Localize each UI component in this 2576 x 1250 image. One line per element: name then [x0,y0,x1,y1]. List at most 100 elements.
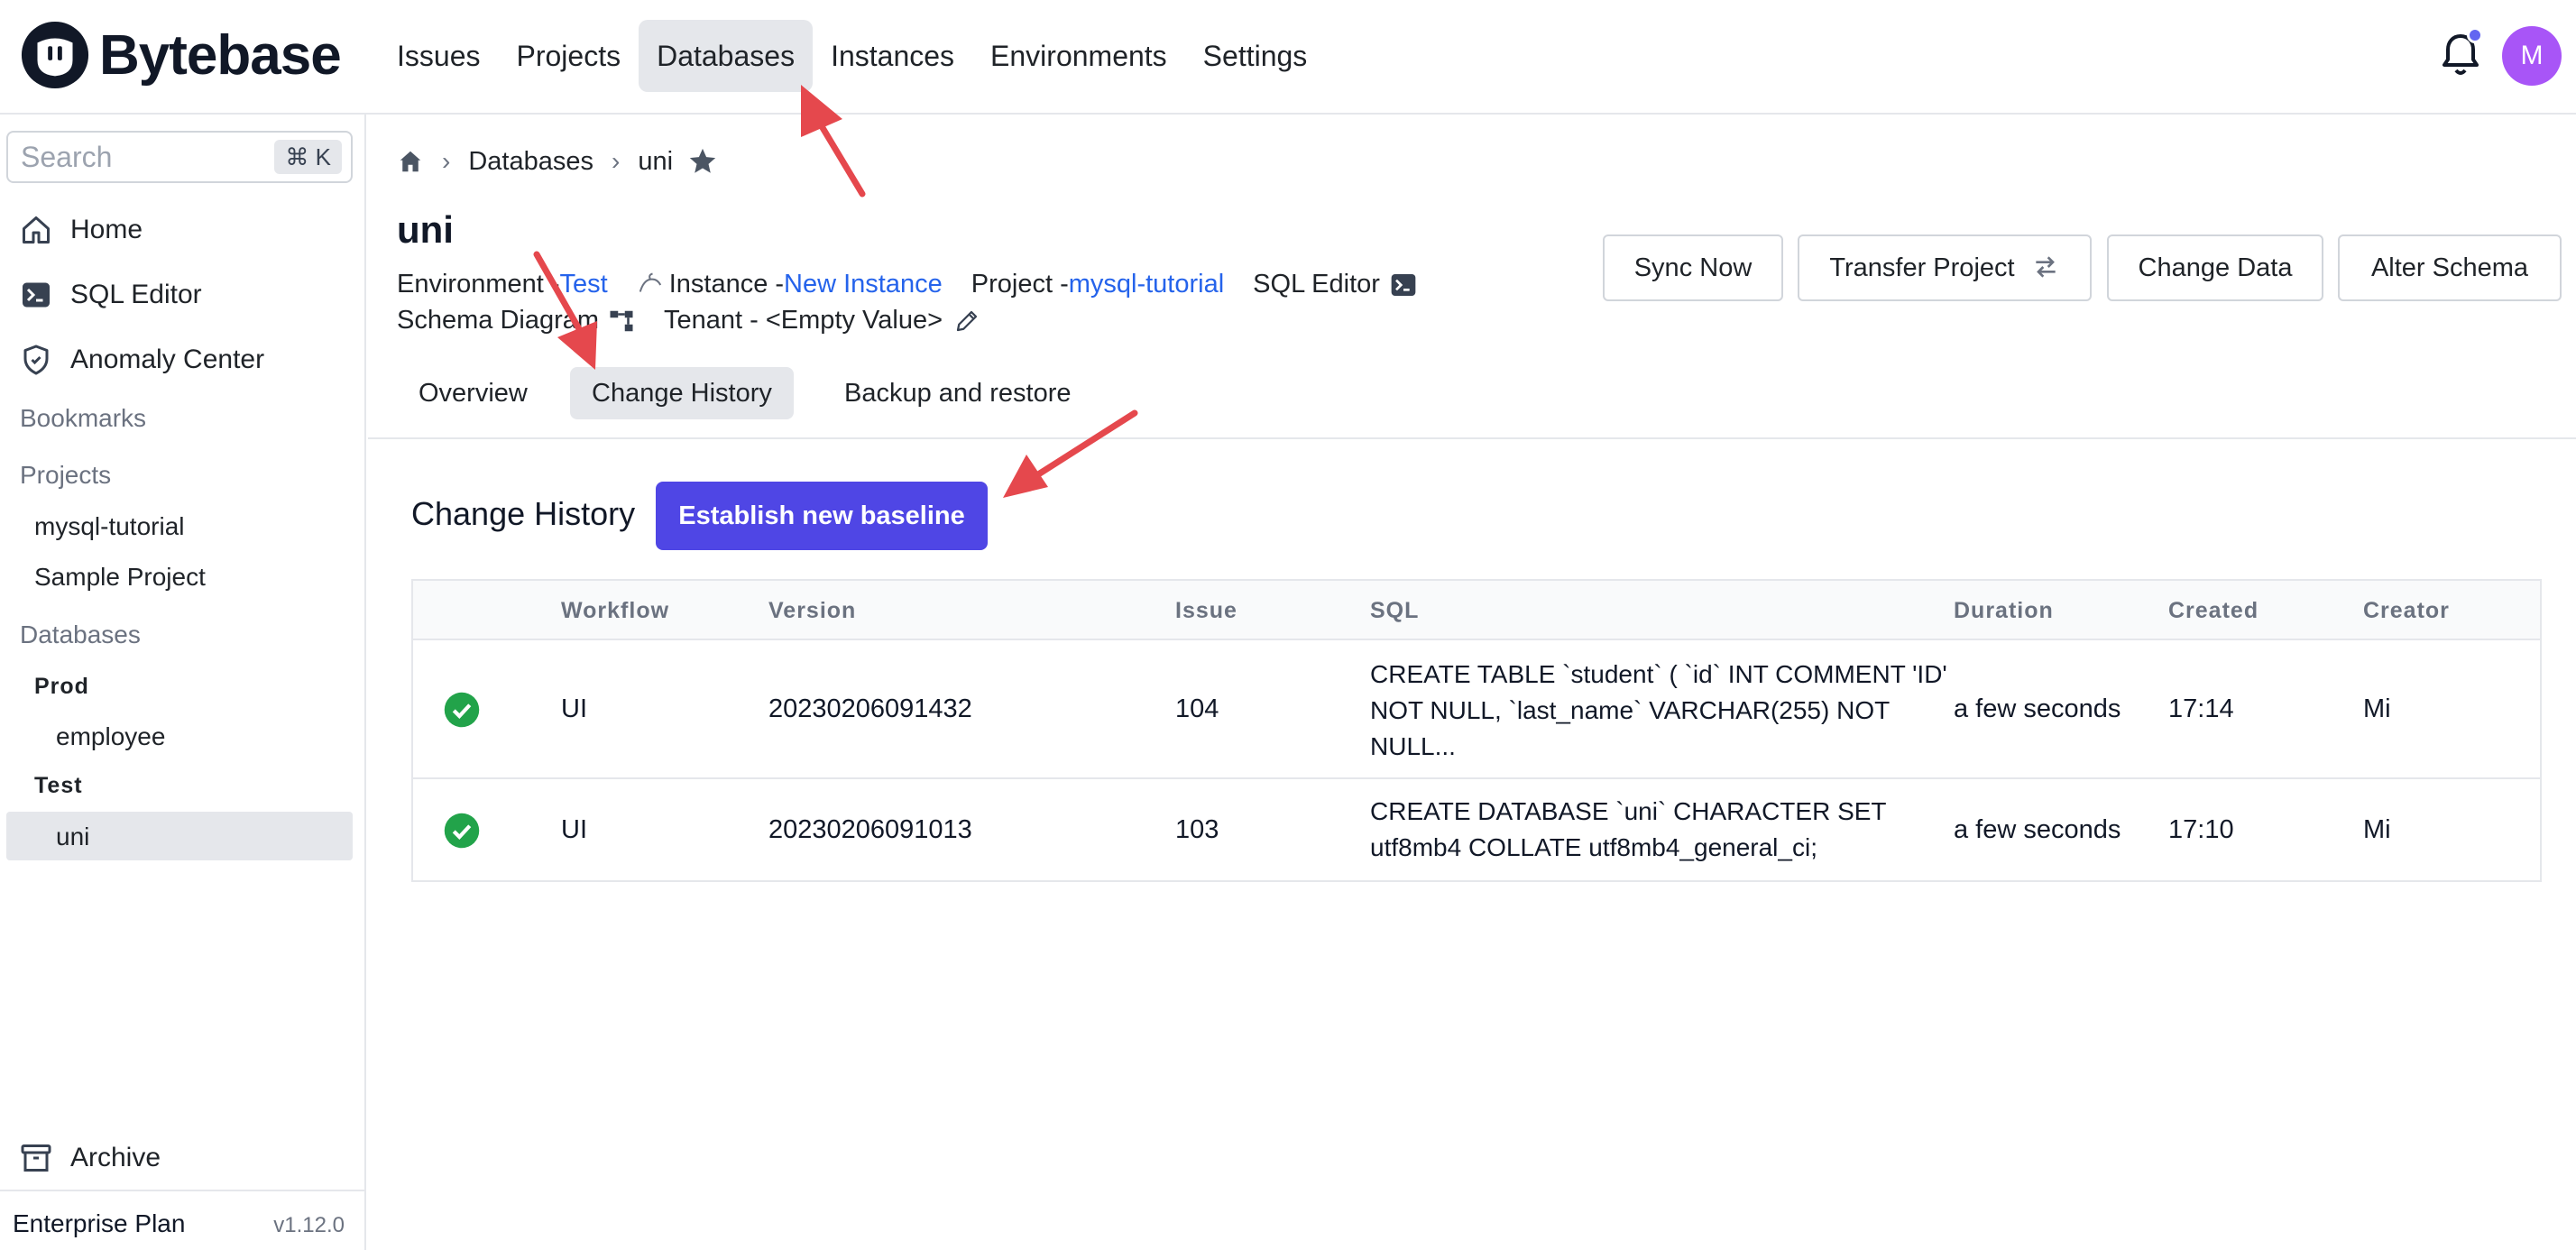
sidebar-project-sample[interactable]: Sample Project [34,563,206,592]
sidebar-env-test[interactable]: Test [34,773,83,799]
breadcrumb-current: uni [638,146,674,176]
chevron-right-icon: › [442,147,451,175]
sidebar-projects-heading[interactable]: Projects [20,461,111,490]
row-duration: a few seconds [1954,694,2121,723]
success-check-icon [444,813,480,849]
tab-backup-restore[interactable]: Backup and restore [823,367,1092,419]
row-workflow: UI [561,815,587,844]
instance-link[interactable]: New Instance [784,270,943,299]
sql-editor-link[interactable]: SQL Editor [1253,270,1380,299]
nav-projects[interactable]: Projects [498,20,639,92]
breadcrumb: › Databases › uni [397,146,718,177]
sidebar-item-home[interactable]: Home [20,214,143,246]
sidebar-databases-heading[interactable]: Databases [20,620,141,649]
nav-environments[interactable]: Environments [972,20,1185,92]
sidebar-item-sql-editor[interactable]: SQL Editor [20,279,202,311]
tab-overview[interactable]: Overview [397,367,549,419]
plan-label[interactable]: Enterprise Plan [13,1209,185,1238]
database-meta-2: Schema Diagram Tenant - <Empty Value> [397,306,980,335]
transfer-project-button[interactable]: Transfer Project [1798,234,2092,301]
bytebase-logo-icon [21,21,89,89]
sidebar-item-label: SQL Editor [70,280,202,309]
project-link[interactable]: mysql-tutorial [1069,270,1224,299]
search-input[interactable]: Search ⌘ K [6,131,353,183]
sync-now-button[interactable]: Sync Now [1603,234,1783,301]
logo[interactable]: Bytebase [20,20,342,90]
row-version: 20230206091432 [768,694,972,723]
row-issue-link[interactable]: 104 [1175,694,1219,724]
table-row[interactable]: UI 20230206091013 103 CREATE DATABASE `u… [413,779,2540,880]
sidebar-item-label: Home [70,215,143,244]
project-label: Project - [971,270,1069,299]
star-icon[interactable] [687,146,718,177]
pencil-icon[interactable] [953,308,980,335]
page-title: uni [397,208,454,251]
main-nav: Issues Projects Databases Instances Envi… [379,20,1325,92]
alter-schema-button[interactable]: Alter Schema [2338,234,2562,301]
row-created: 17:10 [2168,815,2234,844]
mysql-icon [639,272,661,292]
notification-badge [2467,27,2483,43]
row-creator: Mi [2363,815,2391,844]
home-icon[interactable] [397,148,424,175]
row-version: 20230206091013 [768,815,972,844]
nav-instances[interactable]: Instances [813,20,972,92]
col-sql: SQL [1370,598,1420,623]
tenant-label: Tenant - <Empty Value> [664,306,943,335]
col-issue: Issue [1175,598,1237,623]
sidebar-footer: Enterprise Plan v1.12.0 [0,1190,364,1250]
row-duration: a few seconds [1954,815,2121,844]
terminal-icon [23,282,50,308]
success-check-icon [444,692,480,728]
section-title: Change History [411,495,636,532]
schema-diagram-link[interactable]: Schema Diagram [397,306,599,335]
database-meta: Environment - Test Instance - New Instan… [397,270,1418,299]
shield-icon [23,345,49,375]
swap-arrows-icon [2035,256,2056,278]
sidebar-item-anomaly-center[interactable]: Anomaly Center [20,344,264,376]
col-version: Version [768,598,857,623]
tab-change-history[interactable]: Change History [570,367,794,419]
chevron-right-icon: › [611,147,621,175]
row-sql: CREATE DATABASE `uni` CHARACTER SET utf8… [1370,797,1887,861]
row-created: 17:14 [2168,694,2234,723]
sidebar-env-prod[interactable]: Prod [34,674,89,700]
sidebar-item-archive[interactable]: Archive [20,1142,161,1174]
sidebar-item-label: Archive [70,1143,161,1172]
table-row[interactable]: UI 20230206091432 104 CREATE TABLE `stud… [413,640,2540,779]
sidebar-db-employee[interactable]: employee [56,722,165,751]
diagram-icon[interactable] [608,308,635,335]
nav-issues[interactable]: Issues [379,20,498,92]
archive-icon [21,1144,51,1172]
version-label: v1.12.0 [273,1213,345,1237]
row-sql: CREATE TABLE `student` ( `id` INT COMMEN… [1370,660,1947,760]
main-content: › Databases › uni uni Environment - Test… [368,115,2576,1250]
sidebar-bookmarks[interactable]: Bookmarks [20,404,146,433]
tabs: Overview Change History Backup and resto… [368,367,2576,439]
sidebar: Search ⌘ K Home SQL Editor Anomaly Cente… [0,115,366,1250]
terminal-icon[interactable] [1389,271,1418,299]
col-workflow: Workflow [561,598,670,623]
establish-baseline-button[interactable]: Establish new baseline [656,482,988,550]
sidebar-item-label: Anomaly Center [70,345,265,374]
environment-link[interactable]: Test [560,270,608,299]
environment-label: Environment - [397,270,560,299]
breadcrumb-databases[interactable]: Databases [468,147,593,177]
sidebar-project-mysql-tutorial[interactable]: mysql-tutorial [34,512,184,541]
instance-label: Instance - [668,270,785,299]
brand-name: Bytebase [99,23,342,87]
user-avatar[interactable]: M [2502,26,2562,86]
search-shortcut: ⌘ K [274,140,342,174]
transfer-project-label: Transfer Project [1829,253,2015,282]
nav-settings[interactable]: Settings [1185,20,1326,92]
col-duration: Duration [1954,598,2054,623]
table-header: Workflow Version Issue SQL Duration Crea… [413,581,2540,640]
nav-databases[interactable]: Databases [639,20,814,92]
sidebar-db-uni[interactable]: uni [56,823,89,851]
row-issue-link[interactable]: 103 [1175,815,1219,845]
change-data-button[interactable]: Change Data [2107,234,2323,301]
row-workflow: UI [561,694,587,723]
top-navbar: Bytebase Issues Projects Databases Insta… [0,0,2576,115]
row-creator: Mi [2363,694,2391,723]
change-history-table: Workflow Version Issue SQL Duration Crea… [411,579,2542,882]
